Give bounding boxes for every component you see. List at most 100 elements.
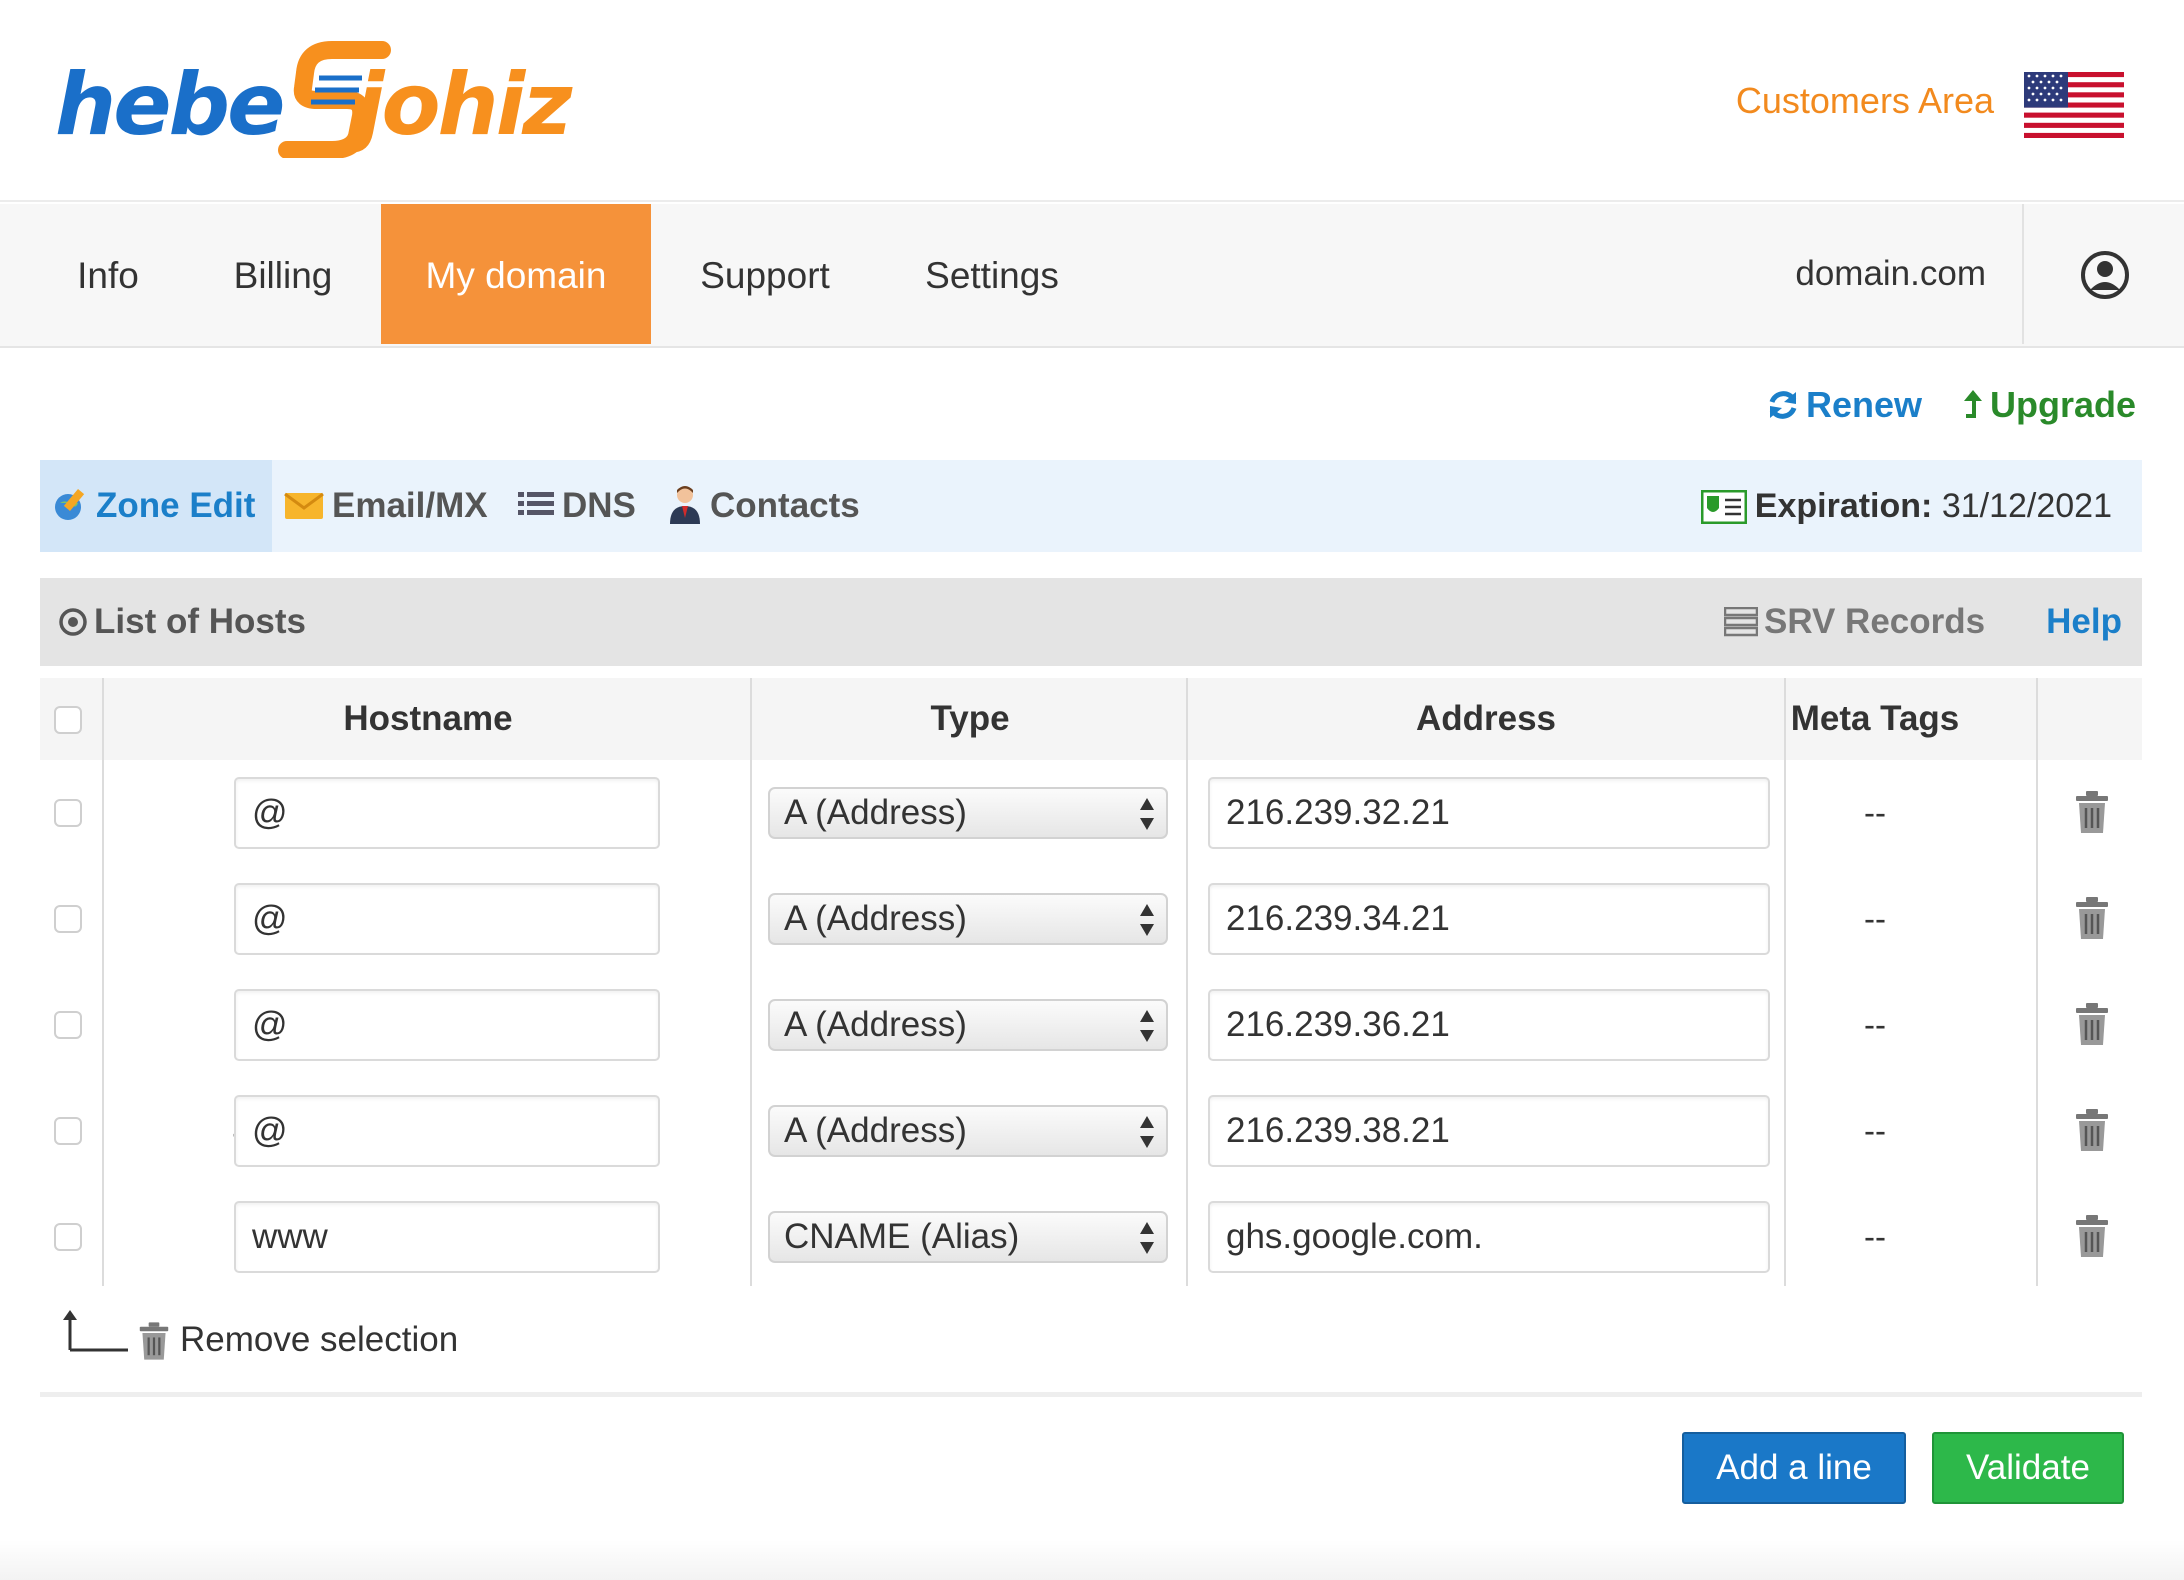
upgrade-link[interactable]: Upgrade [1962, 384, 2136, 426]
col-hostname: Hostname [343, 699, 513, 738]
type-select-value: A (Address) [784, 793, 967, 832]
tab-contacts-label: Contacts [710, 486, 860, 525]
select-arrows-icon [1140, 904, 1154, 936]
logo[interactable]: hebe johiz [55, 30, 575, 160]
tab-contacts[interactable]: Contacts [668, 460, 888, 552]
nav-item-settings[interactable]: Settings [912, 204, 1072, 344]
table-row: 3- @ A (Address) 216.239.36.21 -- [40, 972, 2142, 1078]
trash-icon[interactable] [2074, 1214, 2110, 1258]
user-circle-icon [2081, 251, 2129, 299]
tab-email-mx-label: Email/MX [332, 486, 488, 525]
type-select-value: CNAME (Alias) [784, 1217, 1020, 1256]
select-arrows-icon [1140, 798, 1154, 830]
renew-link[interactable]: Renew [1766, 384, 1922, 426]
meta-tags-value: -- [1864, 1218, 1886, 1255]
table-header: Hostname Type Address Meta Tags [40, 678, 2142, 760]
list-icon [518, 492, 554, 515]
type-select-value: A (Address) [784, 1111, 967, 1150]
meta-tags-value: -- [1864, 794, 1886, 831]
footer-band [0, 1540, 2184, 1580]
col-type: Type [930, 699, 1010, 738]
row-checkbox[interactable] [54, 1117, 82, 1145]
divider [40, 1392, 2142, 1397]
add-line-button[interactable]: Add a line [1682, 1432, 1906, 1504]
hostname-input[interactable]: @ [234, 883, 660, 955]
nav-item-my-domain[interactable]: My domain [381, 204, 651, 344]
help-link[interactable]: Help [2046, 578, 2122, 666]
hostname-input[interactable]: @ [234, 1095, 660, 1167]
address-input[interactable]: 216.239.38.21 [1208, 1095, 1770, 1167]
hostname-input[interactable]: @ [234, 989, 660, 1061]
row-checkbox[interactable] [54, 1223, 82, 1251]
hostname-input[interactable]: www [234, 1201, 660, 1273]
select-arrows-icon [1140, 1116, 1154, 1148]
srv-records-link[interactable]: SRV Records [1723, 578, 1985, 666]
table-row: 2- @ A (Address) 216.239.34.21 -- [40, 866, 2142, 972]
select-arrows-icon [1140, 1010, 1154, 1042]
meta-tags-value: -- [1864, 1006, 1886, 1043]
tab-email-mx[interactable]: Email/MX [284, 460, 532, 552]
hostname-input[interactable]: @ [234, 777, 660, 849]
nav-item-info[interactable]: Info [50, 204, 166, 344]
person-icon [670, 486, 700, 524]
logo-text-part2: johiz [355, 55, 572, 155]
nav-item-support[interactable]: Support [690, 204, 840, 344]
address-input[interactable]: 216.239.34.21 [1208, 883, 1770, 955]
meta-tags-value: -- [1864, 900, 1886, 937]
arrow-corner-up-icon [63, 1310, 128, 1352]
address-input[interactable]: ghs.google.com. [1208, 1201, 1770, 1273]
tab-zone-edit-label: Zone Edit [96, 486, 256, 525]
header: hebe johiz Customers Area [0, 0, 2184, 202]
expiration-label: Expiration: [1754, 487, 1933, 525]
customers-area-link[interactable]: Customers Area [1736, 80, 1994, 122]
remove-selection-label: Remove selection [180, 1320, 459, 1359]
certificate-icon [1700, 489, 1748, 525]
col-meta-tags: Meta Tags [1790, 699, 1960, 738]
upgrade-label: Upgrade [1990, 384, 2137, 425]
select-arrows-icon [1140, 1222, 1154, 1254]
address-input[interactable]: 216.239.36.21 [1208, 989, 1770, 1061]
type-select-value: A (Address) [784, 1005, 967, 1044]
trash-icon[interactable] [2074, 790, 2110, 834]
validate-button[interactable]: Validate [1932, 1432, 2124, 1504]
type-select[interactable]: A (Address) [768, 1105, 1168, 1157]
address-input[interactable]: 216.239.32.21 [1208, 777, 1770, 849]
meta-tags-value: -- [1864, 1112, 1886, 1149]
hosts-bar: List of Hosts SRV Records Help [40, 578, 2142, 666]
hosts-title: List of Hosts [58, 578, 306, 666]
domain-subtabs: Zone Edit Email/MX DNS Contacts Expirati… [40, 460, 2142, 552]
envelope-icon [284, 492, 324, 519]
trash-icon [139, 1322, 169, 1360]
type-select[interactable]: A (Address) [768, 999, 1168, 1051]
domain-selector[interactable]: domain.com [1795, 204, 1986, 344]
tab-dns[interactable]: DNS [518, 460, 678, 552]
tab-zone-edit[interactable]: Zone Edit [40, 460, 272, 552]
type-select-value: A (Address) [784, 899, 967, 938]
type-select[interactable]: A (Address) [768, 893, 1168, 945]
table-row: 4- @ A (Address) 216.239.38.21 -- [40, 1078, 2142, 1184]
table-row: 1- @ A (Address) 216.239.32.21 -- [40, 760, 2142, 866]
arrow-up-icon [1964, 390, 1982, 418]
type-select[interactable]: CNAME (Alias) [768, 1211, 1168, 1263]
trash-icon[interactable] [2074, 1108, 2110, 1152]
hosts-title-label: List of Hosts [94, 602, 306, 641]
type-select[interactable]: A (Address) [768, 787, 1168, 839]
us-flag-icon[interactable] [2024, 72, 2124, 138]
trash-icon[interactable] [2074, 896, 2110, 940]
pencil-globe-icon [55, 489, 85, 520]
select-all-checkbox[interactable] [54, 706, 82, 734]
radio-dot-icon [59, 608, 87, 636]
nav-item-billing[interactable]: Billing [210, 204, 356, 344]
expiration-date: 31/12/2021 [1941, 487, 2112, 525]
tab-dns-label: DNS [562, 486, 636, 525]
logo-text-part1: hebe [55, 55, 285, 155]
expiration-info: Expiration: 31/12/2021 [1700, 460, 2112, 552]
row-checkbox[interactable] [54, 905, 82, 933]
renew-label: Renew [1806, 384, 1923, 425]
trash-icon[interactable] [2074, 1002, 2110, 1046]
server-icon [1723, 606, 1759, 637]
refresh-icon [1769, 391, 1797, 419]
user-menu[interactable] [2022, 204, 2184, 344]
row-checkbox[interactable] [54, 1011, 82, 1039]
row-checkbox[interactable] [54, 799, 82, 827]
